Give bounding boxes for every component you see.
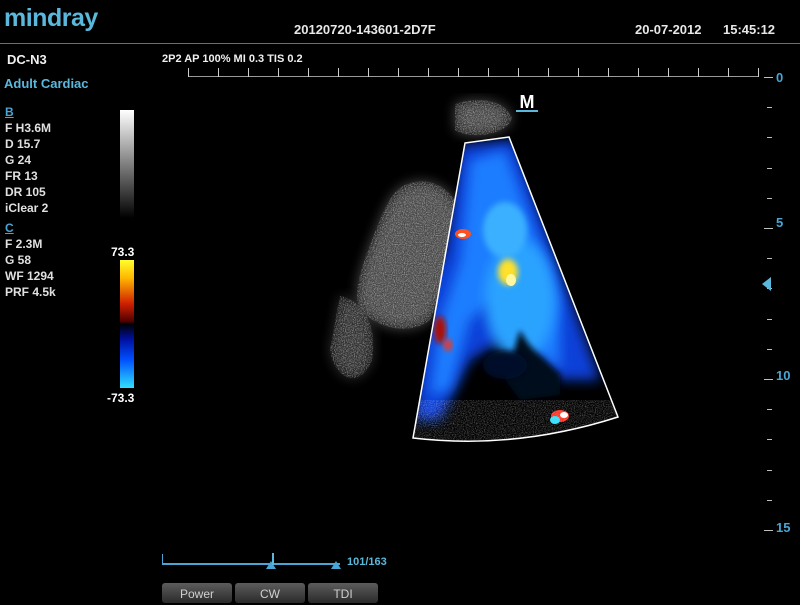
depth-minor-tick xyxy=(767,500,772,501)
depth-minor-tick xyxy=(767,409,772,410)
depth-minor-tick xyxy=(767,319,772,320)
depth-minor-tick xyxy=(767,470,772,471)
depth-label-5: 5 xyxy=(776,215,784,230)
focus-position-icon[interactable] xyxy=(762,277,771,291)
orientation-marker: M xyxy=(520,92,535,112)
tdi-button[interactable]: TDI xyxy=(308,583,378,603)
power-button[interactable]: Power xyxy=(162,583,232,603)
depth-major-tick xyxy=(764,228,773,229)
depth-label-0: 0 xyxy=(776,70,784,85)
depth-minor-tick xyxy=(767,107,772,108)
depth-minor-tick xyxy=(767,349,772,350)
depth-major-tick xyxy=(764,77,773,78)
cw-button[interactable]: CW xyxy=(235,583,305,603)
cine-left-marker-icon[interactable] xyxy=(266,561,277,569)
depth-major-tick xyxy=(764,379,773,380)
cine-right-marker-icon[interactable] xyxy=(331,561,341,569)
depth-minor-tick xyxy=(767,439,772,440)
ultrasound-image: M xyxy=(330,92,619,442)
depth-minor-tick xyxy=(767,137,772,138)
depth-major-tick xyxy=(764,530,773,531)
cine-frame-counter: 101/163 xyxy=(347,556,387,568)
depth-minor-tick xyxy=(767,258,772,259)
depth-label-10: 10 xyxy=(776,368,791,383)
cine-progress-bar[interactable] xyxy=(162,563,340,565)
depth-label-15: 15 xyxy=(776,520,791,535)
depth-minor-tick xyxy=(767,168,772,169)
orientation-marker-underline xyxy=(516,110,538,112)
cine-playhead[interactable] xyxy=(272,553,275,565)
depth-minor-tick xyxy=(767,198,772,199)
